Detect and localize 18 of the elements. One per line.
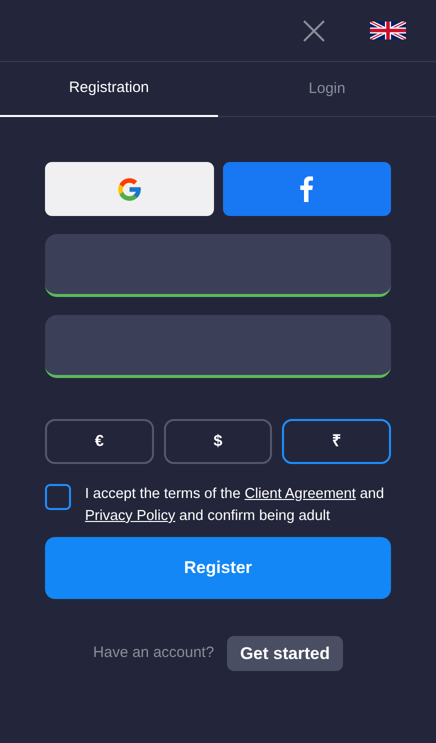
agreement-link[interactable]: Client Agreement <box>244 486 356 502</box>
tab[interactable]: Login <box>218 62 436 116</box>
agreement-text: I accept the terms of the Client Agreement and Privacy Policy and confirm being adult <box>85 485 386 526</box>
agreement-checkbox[interactable] <box>45 484 71 510</box>
google-button[interactable] <box>45 162 214 216</box>
close-icon[interactable] <box>302 18 326 42</box>
google-icon <box>116 176 143 202</box>
get-started-button[interactable]: Get started <box>227 636 343 671</box>
facebook-icon <box>300 176 314 202</box>
currency-button[interactable]: ₹ <box>282 419 392 464</box>
tab[interactable]: Registration <box>0 62 218 117</box>
agreement-link[interactable]: Privacy Policy <box>85 508 176 524</box>
input-field[interactable] <box>45 234 391 297</box>
input-field[interactable] <box>45 315 391 378</box>
register-button[interactable]: Register <box>45 537 391 599</box>
currency-button[interactable]: € <box>45 419 154 464</box>
currency-button[interactable]: $ <box>164 419 272 464</box>
account-prompt: Have an account? <box>93 643 214 664</box>
